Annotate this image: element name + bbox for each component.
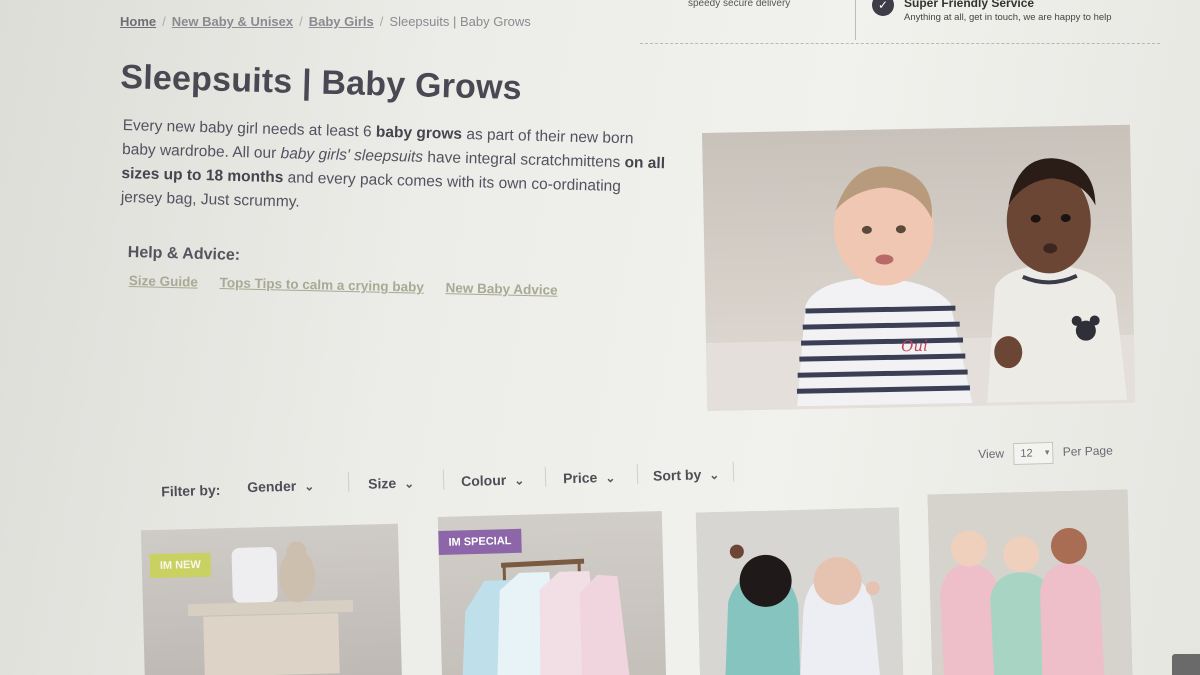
- filter-bar: Filter by: Gender ⌄ Size ⌄ Colour ⌄ Price ⌄ …: [142, 425, 903, 502]
- per-page-value: 12: [1020, 447, 1033, 460]
- filter-size-label: Size: [367, 474, 397, 492]
- filter-colour[interactable]: Colour ⌄: [461, 471, 525, 489]
- divider: [855, 0, 856, 40]
- page-title: Sleepsuits | Baby Grows: [119, 58, 523, 108]
- intro-bold-baby-grows: baby grows: [375, 123, 463, 143]
- chevron-down-icon: ⌄: [709, 467, 720, 483]
- crying-baby-tips-link[interactable]: Tops Tips to calm a crying baby: [219, 275, 424, 295]
- filter-price[interactable]: Price ⌄: [563, 469, 616, 486]
- chevron-down-icon: ⌄: [403, 476, 415, 491]
- filter-gender-label: Gender: [246, 477, 297, 496]
- product-card[interactable]: IM SPECIAL: [437, 511, 667, 675]
- per-page-select[interactable]: 12 ▾: [1013, 441, 1054, 466]
- intro-part: Every new baby girl needs at least 6: [122, 116, 377, 141]
- scroll-to-top-button[interactable]: [1172, 654, 1200, 675]
- product-card[interactable]: [927, 489, 1133, 675]
- size-guide-link[interactable]: Size Guide: [129, 273, 198, 290]
- filter-label: Filter by:: [161, 481, 221, 500]
- special-badge: IM SPECIAL: [438, 528, 522, 555]
- help-advice-title: Help & Advice:: [127, 244, 241, 264]
- intro-italic-sleepsuits: baby girls' sleepsuits: [280, 145, 424, 166]
- breadcrumb-separator: /: [379, 14, 384, 29]
- filter-price-label: Price: [562, 469, 598, 487]
- check-icon: ✓: [872, 0, 894, 16]
- new-baby-advice-link[interactable]: New Baby Advice: [445, 280, 557, 298]
- product-card[interactable]: [695, 507, 904, 675]
- product-card[interactable]: IM NEW: [140, 523, 403, 675]
- breadcrumb-baby-girls[interactable]: Baby Girls: [309, 14, 374, 29]
- breadcrumb-new-baby-unisex[interactable]: New Baby & Unisex: [172, 14, 293, 29]
- new-badge: IM NEW: [149, 552, 212, 579]
- delivery-text: speedy secure delivery: [688, 0, 791, 9]
- divider: [544, 466, 547, 487]
- babies-illustration: Oui: [796, 158, 1128, 407]
- divider: [636, 464, 639, 485]
- breadcrumb-separator: /: [299, 14, 303, 29]
- divider: [347, 472, 350, 493]
- per-page-suffix: Per Page: [1062, 443, 1113, 459]
- help-links: Size Guide Tops Tips to calm a crying ba…: [129, 273, 576, 298]
- divider: [442, 469, 445, 490]
- product-image: [187, 541, 354, 675]
- view-label: View: [978, 446, 1005, 462]
- service-title: Super Friendly Service: [904, 0, 1035, 10]
- divider: [732, 461, 735, 482]
- page: speedy secure delivery ✓ Super Friendly …: [0, 0, 1200, 675]
- sort-by-label: Sort by: [652, 466, 702, 484]
- intro-text: Every new baby girl needs at least 6 bab…: [120, 114, 667, 224]
- service-subtitle: Anything at all, get in touch, we are ha…: [904, 12, 1112, 23]
- filter-size[interactable]: Size ⌄: [367, 474, 415, 492]
- product-image: [695, 507, 904, 675]
- chevron-down-icon: ▾: [1044, 447, 1050, 458]
- service-strip: speedy secure delivery ✓ Super Friendly …: [640, 0, 1160, 44]
- hero-image: Oui: [702, 124, 1136, 411]
- intro-part: have integral scratchmittens: [422, 148, 625, 172]
- chevron-down-icon: ⌄: [514, 473, 525, 488]
- breadcrumb: Home / New Baby & Unisex / Baby Girls / Sleeps…: [120, 14, 531, 29]
- sort-by[interactable]: Sort by ⌄: [652, 466, 720, 484]
- chevron-down-icon: ⌄: [605, 470, 616, 486]
- breadcrumb-separator: /: [162, 14, 166, 29]
- per-page-control: View 12 ▾ Per Page: [978, 440, 1113, 466]
- svg-text:Oui: Oui: [901, 337, 928, 356]
- product-image: [927, 489, 1133, 675]
- breadcrumb-current: Sleepsuits | Baby Grows: [389, 14, 531, 29]
- filter-gender[interactable]: Gender ⌄: [247, 477, 314, 495]
- filter-colour-label: Colour: [460, 471, 507, 490]
- breadcrumb-home[interactable]: Home: [120, 14, 156, 29]
- chevron-down-icon: ⌄: [304, 479, 315, 494]
